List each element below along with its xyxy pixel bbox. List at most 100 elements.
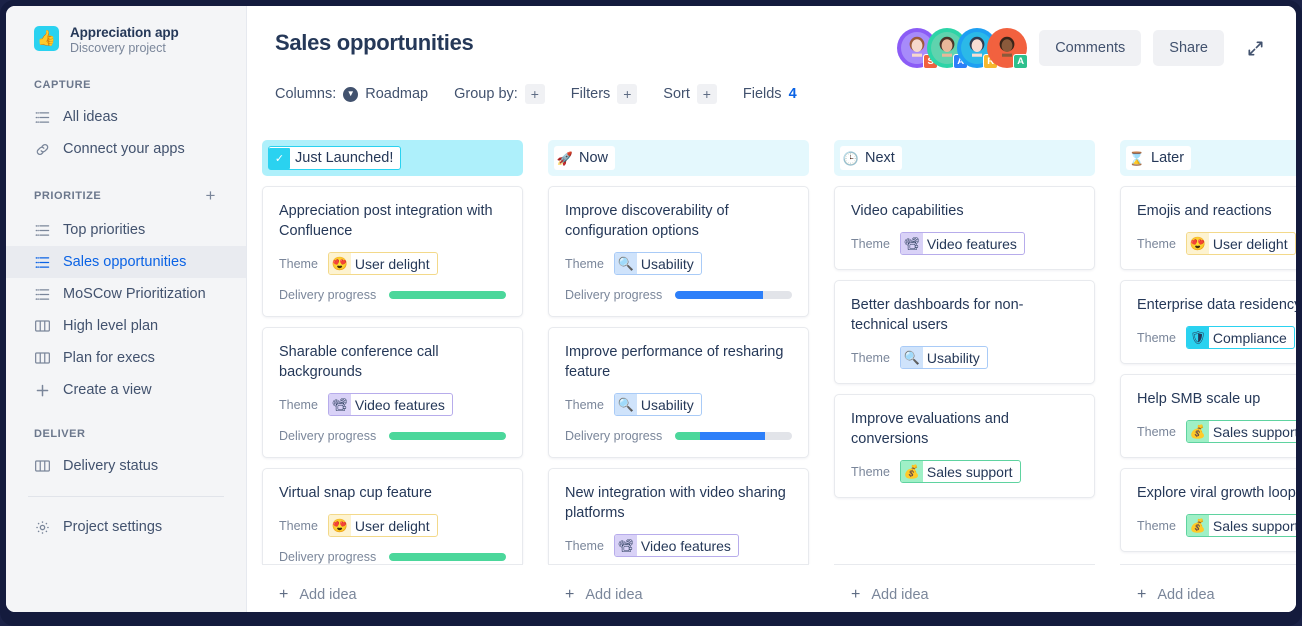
avatar[interactable]: A <box>987 28 1027 68</box>
idea-card[interactable]: Emojis and reactionsTheme😍User delight <box>1120 186 1296 270</box>
expand-icon[interactable] <box>1240 33 1270 63</box>
add-idea-button[interactable]: +Add idea <box>834 564 1095 610</box>
theme-field-row: Theme 💰Sales support <box>1137 514 1296 537</box>
sidebar-item-moscow-prioritization[interactable]: MoSCow Prioritization <box>6 278 246 310</box>
list-icon <box>34 222 50 238</box>
theme-tag[interactable]: 😍User delight <box>1186 232 1296 255</box>
toolbar-filters[interactable]: Filters + <box>571 84 637 104</box>
theme-tag-label: Usability <box>641 256 694 272</box>
idea-card[interactable]: Improve performance of resharing feature… <box>548 327 809 458</box>
theme-field-label: Theme <box>851 237 890 251</box>
list-icon <box>34 254 50 270</box>
sidebar-item-label: High level plan <box>63 318 158 334</box>
theme-tag[interactable]: 😍User delight <box>328 252 438 275</box>
filters-add-icon[interactable]: + <box>617 84 637 104</box>
theme-tag-label: Video features <box>641 538 731 554</box>
page-header: Sales opportunities Columns: ▼ Roadmap G… <box>247 6 1296 132</box>
sidebar-item-plan-for-execs[interactable]: Plan for execs <box>6 342 246 374</box>
add-idea-cell: +Add idea <box>247 564 533 612</box>
progress-field-row: Delivery progress <box>565 288 792 302</box>
sidebar-item-label: Sales opportunities <box>63 254 186 270</box>
idea-card[interactable]: Improve discoverability of configuration… <box>548 186 809 317</box>
theme-field-label: Theme <box>1137 237 1176 251</box>
idea-card[interactable]: Better dashboards for non-technical user… <box>834 280 1095 384</box>
toolbar-columns[interactable]: Columns: ▼ Roadmap <box>275 86 428 102</box>
theme-tag-label: Usability <box>927 350 980 366</box>
sidebar-item-label: Project settings <box>63 519 162 535</box>
progress-segment <box>675 291 763 299</box>
column-header[interactable]: 🚀Now <box>548 140 809 176</box>
check-icon: ✓ <box>269 148 290 169</box>
project-logo-icon: 👍 <box>34 26 59 51</box>
theme-tag[interactable]: 🔍Usability <box>614 252 702 275</box>
theme-tag[interactable]: 🛡Compliance <box>1186 326 1295 349</box>
toolbar-group-by[interactable]: Group by: + <box>454 84 545 104</box>
theme-tag[interactable]: 🔍Usability <box>900 346 988 369</box>
theme-field-row: Theme 😍User delight <box>1137 232 1296 255</box>
progress-segment <box>389 291 506 299</box>
idea-card[interactable]: Video capabilitiesTheme📽Video features <box>834 186 1095 270</box>
share-button[interactable]: Share <box>1153 30 1224 66</box>
add-view-icon[interactable]: + <box>206 187 218 204</box>
sidebar-divider <box>28 496 224 497</box>
add-idea-cell: +Add idea <box>533 564 819 612</box>
idea-card[interactable]: Explore viral growth loopsTheme💰Sales su… <box>1120 468 1296 552</box>
theme-tag[interactable]: 🔍Usability <box>614 393 702 416</box>
column-header[interactable]: ✓Just Launched! <box>262 140 523 176</box>
theme-field-row: Theme📽Video features <box>279 393 506 416</box>
sidebar-section-title: DELIVER <box>34 428 86 440</box>
theme-emoji-icon: 🔍 <box>615 394 637 415</box>
add-idea-button[interactable]: +Add idea <box>1120 564 1296 610</box>
theme-tag[interactable]: 💰Sales support <box>900 460 1021 483</box>
theme-emoji-icon: 📽 <box>615 535 637 556</box>
theme-tag[interactable]: 📽Video features <box>328 393 453 416</box>
theme-tag[interactable]: 📽Video features <box>900 232 1025 255</box>
column-title-chip[interactable]: ✓Just Launched! <box>268 146 401 170</box>
theme-tag[interactable]: 💰Sales support <box>1186 420 1296 443</box>
theme-tag-label: User delight <box>1213 236 1288 252</box>
board-icon <box>34 318 50 334</box>
idea-card[interactable]: Virtual snap cup featureTheme😍User delig… <box>262 468 523 579</box>
add-idea-button[interactable]: +Add idea <box>262 564 523 610</box>
column-header[interactable]: 🕒Next <box>834 140 1095 176</box>
theme-tag[interactable]: 💰Sales support <box>1186 514 1296 537</box>
sidebar-item-connect-your-apps[interactable]: Connect your apps <box>6 133 246 165</box>
sort-add-icon[interactable]: + <box>697 84 717 104</box>
header-actions: SARA Comments Share <box>897 28 1270 68</box>
idea-card[interactable]: Enterprise data residencyTheme🛡Complianc… <box>1120 280 1296 364</box>
plus-icon: + <box>851 587 860 603</box>
comments-button[interactable]: Comments <box>1039 30 1141 66</box>
column-title-chip[interactable]: ⌛Later <box>1126 146 1191 170</box>
chevron-down-icon: ▼ <box>343 87 358 102</box>
toolbar-fields[interactable]: Fields 4 <box>743 86 797 102</box>
sidebar-item-high-level-plan[interactable]: High level plan <box>6 310 246 342</box>
theme-field-row: Theme🛡Compliance <box>1137 326 1296 349</box>
column-header[interactable]: ⌛Later <box>1120 140 1296 176</box>
sidebar-item-top-priorities[interactable]: Top priorities <box>6 214 246 246</box>
sidebar-item-project-settings[interactable]: Project settings <box>6 511 246 543</box>
sidebar-item-all-ideas[interactable]: All ideas <box>6 101 246 133</box>
column-title-chip[interactable]: 🚀Now <box>554 146 615 170</box>
roadmap-board: ✓Just Launched! Appreciation post integra… <box>247 132 1296 612</box>
toolbar-sort[interactable]: Sort + <box>663 84 717 104</box>
group-by-add-icon[interactable]: + <box>525 84 545 104</box>
sidebar-item-sales-opportunities[interactable]: Sales opportunities <box>6 246 246 278</box>
theme-field-label: Theme <box>1137 519 1176 533</box>
idea-card[interactable]: Improve evaluations and conversionsTheme… <box>834 394 1095 498</box>
idea-card-title: Sharable conference call backgrounds <box>279 342 506 382</box>
idea-card[interactable]: Help SMB scale upTheme💰Sales support <box>1120 374 1296 458</box>
avatar-group[interactable]: SARA <box>897 28 1027 68</box>
theme-tag[interactable]: 📽Video features <box>614 534 739 557</box>
theme-field-row: Theme💰Sales support <box>851 460 1078 483</box>
column-title-chip[interactable]: 🕒Next <box>840 146 902 170</box>
idea-card[interactable]: Sharable conference call backgrounds Them… <box>262 327 523 458</box>
add-idea-button[interactable]: +Add idea <box>548 564 809 610</box>
sidebar-section: CAPTUREAll ideasConnect your apps <box>6 79 246 165</box>
idea-card[interactable]: Appreciation post integration with Confl… <box>262 186 523 317</box>
sidebar-item-create-a-view[interactable]: Create a view <box>6 374 246 406</box>
theme-tag[interactable]: 😍User delight <box>328 514 438 537</box>
window-frame: 👍 Appreciation app Discovery project CAP… <box>0 0 1302 626</box>
project-header[interactable]: 👍 Appreciation app Discovery project <box>6 24 246 55</box>
theme-emoji-icon: 💰 <box>1187 515 1209 536</box>
sidebar-item-delivery-status[interactable]: Delivery status <box>6 450 246 482</box>
